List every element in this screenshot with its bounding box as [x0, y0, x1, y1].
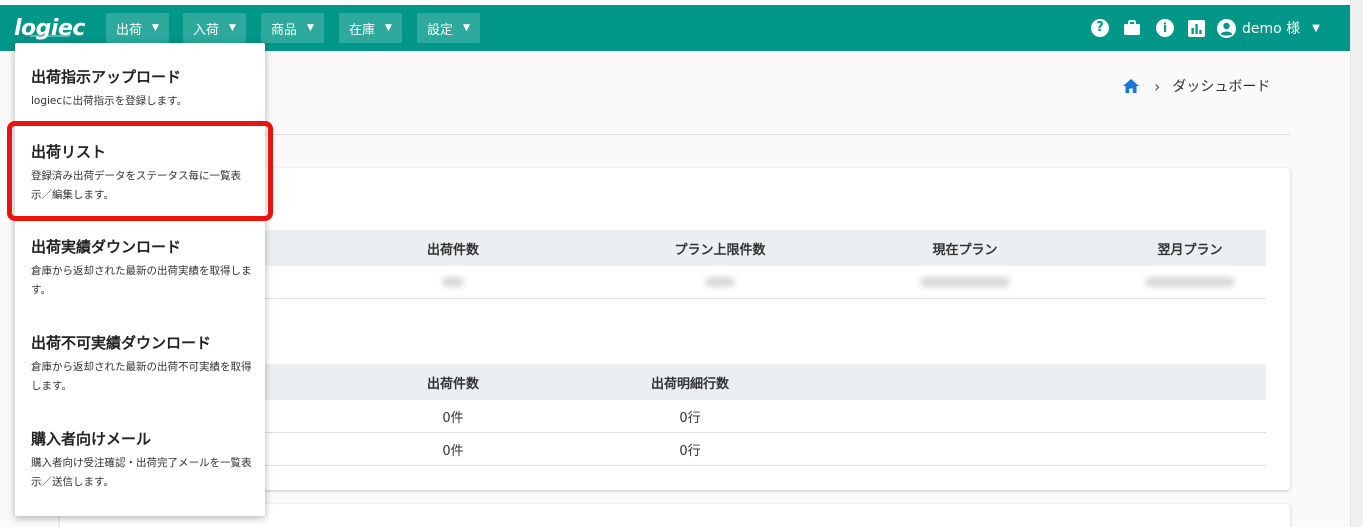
- breadcrumb: › ダッシュボード: [1122, 76, 1270, 96]
- menu-item-buyer-email[interactable]: 購入者向けメール 購入者向け受注確認・出荷完了メールを一覧表示／送信します。: [15, 428, 265, 492]
- user-name: demo 様: [1242, 21, 1301, 37]
- table2-cell-shipments: 0件: [442, 410, 464, 426]
- caret-down-icon: ▼: [152, 23, 159, 33]
- nav-inventory-label: 在庫: [349, 22, 376, 38]
- help-icon[interactable]: ?: [1091, 19, 1109, 37]
- redacted-value: [1120, 266, 1260, 298]
- caret-down-icon: ▼: [463, 23, 470, 33]
- shipping-dropdown-menu: 出荷指示アップロード logiecに出荷指示を登録します。 出荷リスト 登録済み…: [15, 43, 265, 516]
- menu-item-desc: logiecに出荷指示を登録します。: [31, 95, 188, 107]
- table1-header-plan-limit: プラン上限件数: [674, 242, 766, 258]
- home-icon[interactable]: [1122, 78, 1140, 94]
- breadcrumb-current: ダッシュボード: [1172, 79, 1271, 95]
- table2-cell-lines: 0行: [679, 410, 701, 426]
- menu-item-title: 出荷実績ダウンロード: [31, 238, 182, 256]
- caret-down-icon: ▼: [307, 23, 314, 33]
- menu-item-failed-results-download[interactable]: 出荷不可実績ダウンロード 倉庫から返却された最新の出荷不可実績を取得します。: [15, 332, 265, 396]
- table1-header-next-plan: 翌月プラン: [1157, 242, 1223, 258]
- table1-header-current-plan: 現在プラン: [932, 242, 998, 258]
- menu-item-results-download[interactable]: 出荷実績ダウンロード 倉庫から返却された最新の出荷実績を取得します。: [15, 236, 265, 300]
- chart-icon[interactable]: [1187, 19, 1205, 37]
- caret-down-icon: ▼: [229, 23, 236, 33]
- table1-header-shipments: 出荷件数: [426, 242, 479, 258]
- table2-header-line-items: 出荷明細行数: [650, 376, 729, 392]
- menu-item-shipping-upload[interactable]: 出荷指示アップロード logiecに出荷指示を登録します。: [15, 66, 265, 111]
- menu-item-desc: 倉庫から返却された最新の出荷不可実績を取得します。: [31, 361, 252, 392]
- nav-settings[interactable]: 設定 ▼: [417, 13, 480, 43]
- nav-products-label: 商品: [271, 22, 298, 38]
- briefcase-icon[interactable]: [1123, 19, 1141, 37]
- nav-products[interactable]: 商品 ▼: [261, 13, 324, 43]
- user-menu[interactable]: demo 様 ▼: [1217, 18, 1320, 38]
- scrollbar[interactable]: [1350, 0, 1363, 527]
- table2-cell-lines: 0行: [679, 443, 701, 459]
- menu-item-desc: 倉庫から返却された最新の出荷実績を取得します。: [31, 265, 252, 296]
- account-circle-icon: [1217, 18, 1236, 38]
- redacted-value: [900, 266, 1030, 298]
- nav-inventory[interactable]: 在庫 ▼: [339, 13, 402, 43]
- caret-down-icon: ▼: [385, 23, 392, 33]
- nav-receiving-label: 入荷: [193, 22, 220, 38]
- logiec-logo[interactable]: logiec: [14, 14, 85, 44]
- caret-down-icon: ▼: [1312, 22, 1320, 34]
- nav-shipping[interactable]: 出荷 ▼: [106, 13, 169, 43]
- table2-header-shipments: 出荷件数: [426, 376, 479, 392]
- redacted-value: [690, 266, 750, 298]
- chevron-right-icon: ›: [1154, 76, 1161, 96]
- menu-item-title: 出荷指示アップロード: [31, 68, 182, 86]
- nav-receiving[interactable]: 入荷 ▼: [183, 13, 246, 43]
- nav-settings-label: 設定: [427, 22, 454, 38]
- info-icon[interactable]: i: [1156, 19, 1174, 37]
- nav-shipping-label: 出荷: [116, 22, 143, 38]
- redacted-value: [420, 266, 486, 298]
- logo-underline: [30, 35, 70, 37]
- highlight-box: [7, 121, 273, 221]
- menu-item-title: 購入者向けメール: [31, 430, 152, 448]
- menu-item-desc: 購入者向け受注確認・出荷完了メールを一覧表示／送信します。: [31, 457, 252, 488]
- menu-item-title: 出荷不可実績ダウンロード: [31, 334, 212, 352]
- table2-cell-shipments: 0件: [442, 443, 464, 459]
